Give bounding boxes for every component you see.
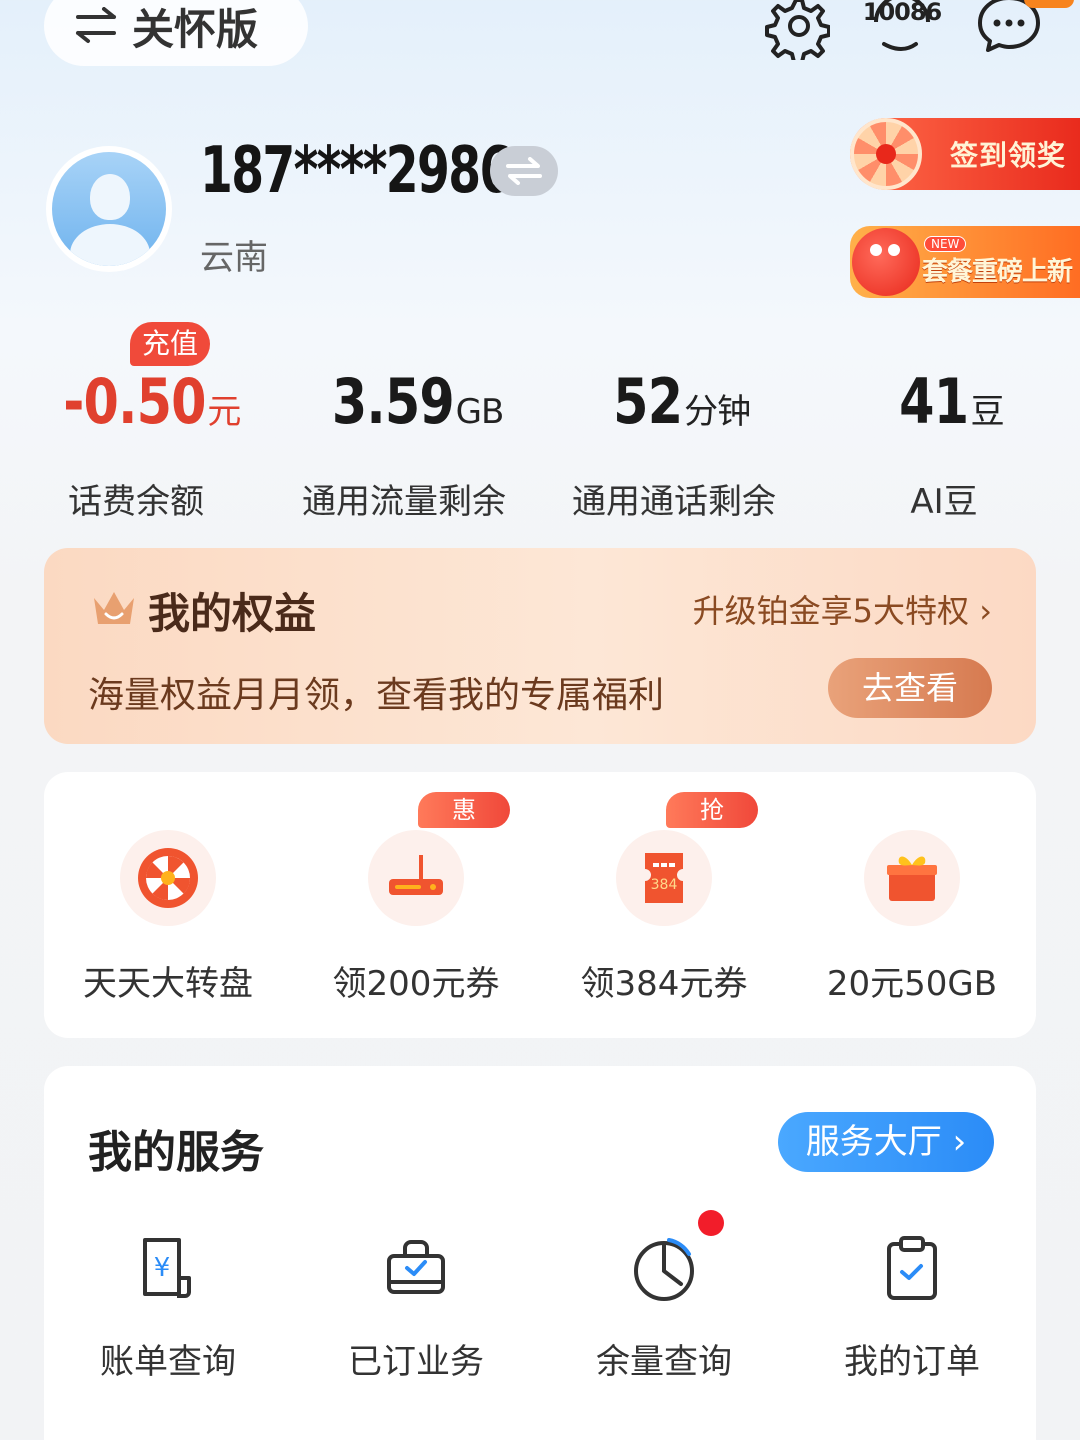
- upgrade-platinum-link[interactable]: 升级铂金享5大特权 ›: [693, 586, 992, 632]
- new-package-label: 套餐重磅上新: [922, 256, 1073, 287]
- default-avatar-icon: [52, 152, 166, 266]
- signin-reward-banner[interactable]: 签到领奖: [850, 118, 1080, 190]
- service-label: 余量查询: [596, 1342, 732, 1382]
- balance-unit: 元: [207, 392, 241, 432]
- my-services-card: 我的服务 服务大厅 › ¥ 账单查询 已订业务 余量查询 我的订单: [44, 1066, 1036, 1440]
- data-remaining-value: 3.59: [331, 365, 454, 438]
- promo-200-coupon[interactable]: 领200元券: [292, 830, 540, 1005]
- recharge-tag[interactable]: 充值: [130, 322, 211, 366]
- promo-label: 天天大转盘: [83, 964, 253, 1004]
- coupon-icon: 384: [645, 853, 683, 903]
- swap-arrows-icon: [506, 157, 542, 185]
- region-label: 云南: [200, 238, 268, 278]
- benefits-subtitle: 海量权益月月领，查看我的专属福利: [88, 675, 665, 716]
- ai-beans-value: 41: [899, 365, 970, 438]
- promo-tag-grab: 抢: [666, 792, 758, 828]
- call-minutes-stat[interactable]: 52分钟 通用通话剩余: [544, 366, 804, 523]
- promo-label: 20元50GB: [826, 964, 998, 1004]
- gift-box-icon: [887, 856, 937, 901]
- promo-20-yuan-50gb[interactable]: 20元50GB: [788, 830, 1036, 1005]
- my-benefits-card[interactable]: 我的权益 升级铂金享5大特权 › 海量权益月月领，查看我的专属福利 去查看: [44, 548, 1036, 744]
- ai-beans-unit: 豆: [970, 392, 1005, 432]
- benefits-title: 我的权益: [148, 589, 317, 638]
- phone-number: 187****2986: [200, 134, 512, 208]
- service-bill-query[interactable]: ¥ 账单查询: [44, 1234, 292, 1383]
- hotline-button[interactable]: 10086: [862, 0, 942, 62]
- settings-gear-icon[interactable]: [762, 0, 830, 60]
- new-tag: NEW: [924, 236, 967, 252]
- wheel-icon: [138, 848, 198, 908]
- prize-wheel-icon: [850, 118, 922, 190]
- notification-dot: [698, 1210, 724, 1236]
- crown-icon: [94, 592, 134, 624]
- new-package-banner[interactable]: 套餐重磅上新: [850, 226, 1080, 298]
- service-label: 已订业务: [348, 1342, 484, 1382]
- svg-text:384: 384: [651, 877, 678, 893]
- switch-account-button[interactable]: [490, 146, 558, 196]
- pie-chart-icon: [634, 1238, 694, 1301]
- hotline-number: 10086: [862, 0, 943, 26]
- service-hall-button[interactable]: 服务大厅 ›: [778, 1112, 994, 1172]
- service-label: 账单查询: [100, 1342, 236, 1382]
- router-icon: [389, 855, 443, 895]
- signin-reward-label: 签到领奖: [950, 139, 1067, 172]
- mascot-icon: [852, 228, 920, 296]
- promo-label: 领200元券: [332, 964, 500, 1004]
- ai-beans-label: AI豆: [910, 482, 978, 522]
- service-subscribed[interactable]: 已订业务: [292, 1234, 540, 1383]
- care-mode-label: 关怀版: [132, 4, 259, 54]
- order-clipboard-icon: [887, 1236, 937, 1300]
- services-title: 我的服务: [88, 1127, 264, 1178]
- promo-lucky-wheel[interactable]: 天天大转盘: [44, 830, 292, 1005]
- service-my-orders[interactable]: 我的订单: [788, 1234, 1036, 1383]
- balance-stat[interactable]: -0.50元 话费余额: [6, 366, 266, 523]
- data-remaining-label: 通用流量剩余: [302, 482, 506, 522]
- view-benefits-button[interactable]: 去查看: [828, 658, 992, 718]
- promo-tag-discount: 惠: [418, 792, 510, 828]
- service-balance-query[interactable]: 余量查询: [540, 1234, 788, 1383]
- promo-384-coupon[interactable]: 384 领384元券: [540, 830, 788, 1005]
- data-remaining-stat[interactable]: 3.59GB 通用流量剩余: [274, 366, 534, 523]
- care-mode-button[interactable]: 关怀版: [44, 0, 308, 66]
- svg-text:¥: ¥: [154, 1253, 171, 1283]
- promo-label: 领384元券: [580, 964, 748, 1004]
- service-label: 我的订单: [844, 1342, 980, 1382]
- balance-label: 话费余额: [68, 482, 204, 522]
- balance-value: -0.50: [62, 365, 206, 438]
- call-minutes-label: 通用通话剩余: [572, 482, 776, 522]
- call-minutes-value: 52: [613, 365, 683, 438]
- message-icon[interactable]: [976, 0, 1042, 56]
- call-minutes-unit: 分钟: [684, 392, 751, 432]
- avatar[interactable]: [46, 146, 172, 272]
- promotions-card: 惠 抢 天天大转盘 领200元券 384 领384元券 20元50GB: [44, 772, 1036, 1038]
- switch-arrows-icon: [76, 7, 116, 43]
- bill-icon: ¥: [143, 1238, 191, 1298]
- data-remaining-unit: GB: [455, 392, 505, 432]
- message-badge: [1024, 0, 1074, 8]
- ai-beans-stat[interactable]: 41豆 AI豆: [814, 366, 1074, 523]
- subscribed-bag-icon: [387, 1240, 445, 1294]
